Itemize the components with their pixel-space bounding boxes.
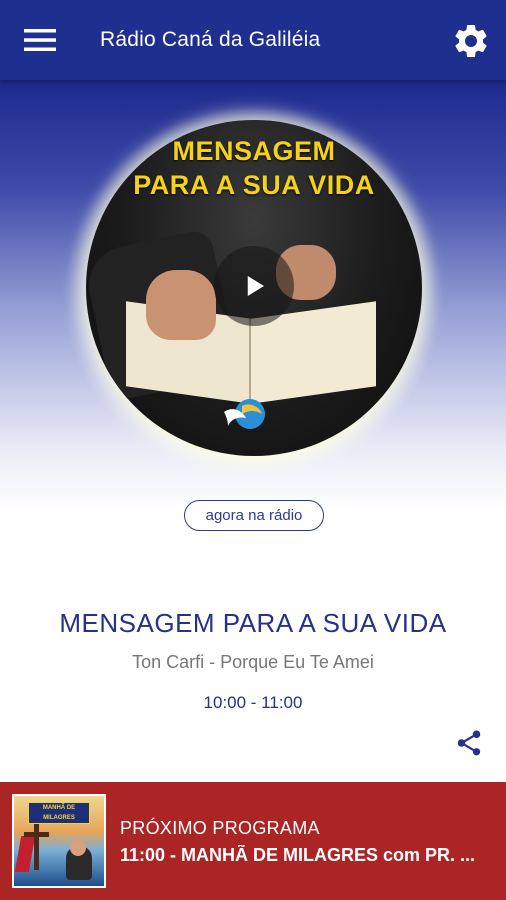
play-icon bbox=[247, 276, 264, 296]
play-button[interactable] bbox=[214, 246, 294, 326]
program-title: MENSAGEM PARA A SUA VIDA bbox=[59, 608, 447, 638]
next-program-bar[interactable]: MANHÃ DE MILAGRES bbox=[0, 782, 506, 900]
thumbnail-title: MANHÃ DE MILAGRES bbox=[28, 802, 90, 824]
menu-button[interactable] bbox=[20, 20, 60, 60]
share-button[interactable] bbox=[452, 726, 486, 760]
gear-icon bbox=[455, 24, 487, 57]
next-program-label: PRÓXIMO PROGRAMA bbox=[120, 818, 320, 838]
dove-globe-logo bbox=[224, 399, 265, 429]
hamburger-menu-icon bbox=[24, 29, 56, 51]
settings-button[interactable] bbox=[448, 18, 494, 64]
now-on-air-badge: agora na rádio bbox=[184, 500, 324, 531]
app-title: Rádio Caná da Galiléia bbox=[100, 28, 321, 51]
next-program-thumbnail: MANHÃ DE MILAGRES bbox=[12, 794, 106, 888]
cover-headline: MENSAGEM PARA A SUA VIDA bbox=[133, 136, 375, 200]
app-bar: Rádio Caná da Galiléia bbox=[0, 0, 506, 80]
next-program-title: 11:00 - MANHÃ DE MILAGRES com PR. ... bbox=[120, 845, 476, 865]
share-icon bbox=[457, 730, 481, 756]
song-info: Ton Carfi - Porque Eu Te Amei bbox=[132, 652, 374, 672]
program-time: 10:00 - 11:00 bbox=[203, 693, 303, 712]
